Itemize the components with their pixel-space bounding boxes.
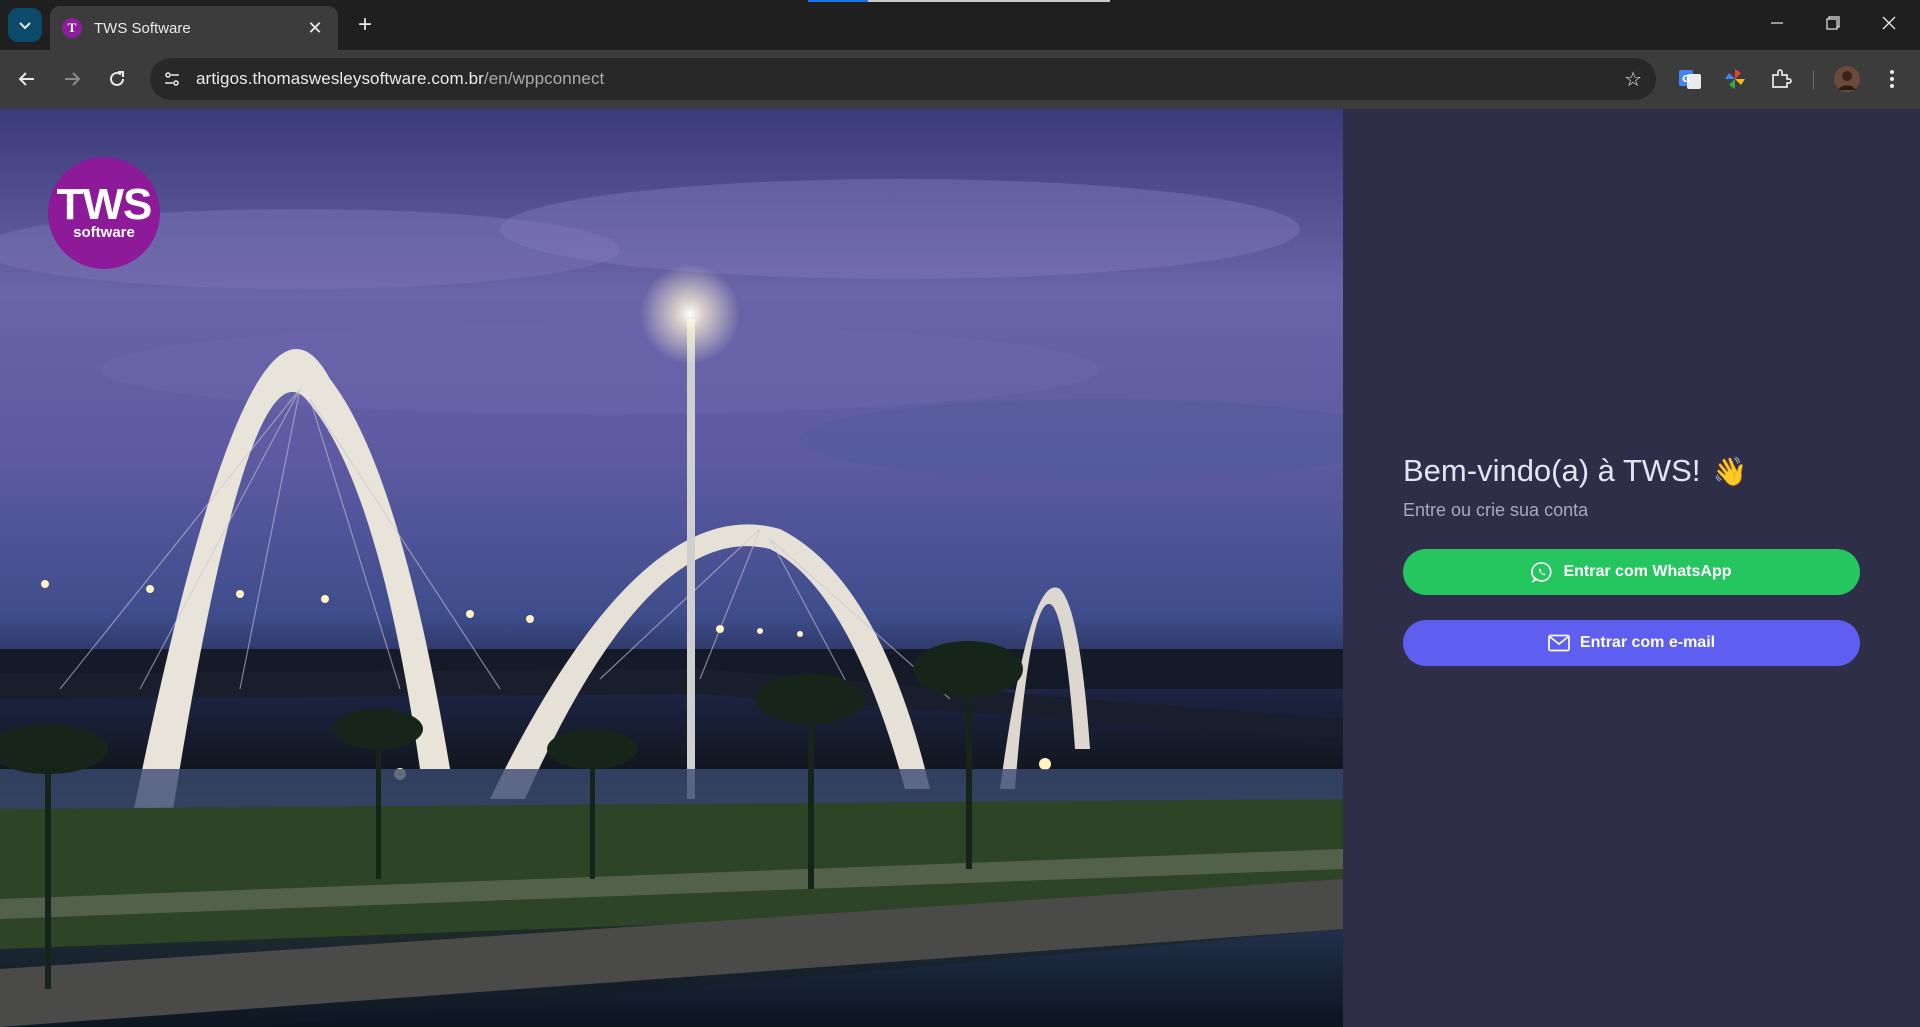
loading-progress-bar: [808, 0, 1110, 2]
toolbar-divider: [1813, 70, 1814, 90]
address-bar[interactable]: artigos.thomaswesleysoftware.com.br/en/w…: [150, 58, 1656, 100]
whatsapp-login-button[interactable]: Entrar com WhatsApp: [1403, 549, 1860, 595]
reload-icon: [110, 71, 124, 86]
google-translate-extension-icon[interactable]: G: [1674, 63, 1706, 95]
welcome-subtitle: Entre ou crie sua conta: [1403, 500, 1589, 520]
restore-button[interactable]: [1805, 0, 1861, 46]
page-content: TWS software Bem-vindo(a) à TWS! 👋 Entre…: [0, 109, 1920, 1027]
restore-icon: [1826, 16, 1840, 30]
back-button[interactable]: [10, 62, 44, 96]
browser-menu-icon[interactable]: [1876, 63, 1908, 95]
bookmark-star-icon[interactable]: ☆: [1624, 67, 1642, 92]
tab-favicon-icon: T: [62, 18, 82, 38]
chevron-down-icon: [19, 22, 31, 30]
extensions-puzzle-icon[interactable]: [1765, 63, 1797, 95]
whatsapp-icon: [1531, 562, 1552, 583]
login-panel: Bem-vindo(a) à TWS! 👋 Entre ou crie sua …: [1343, 109, 1920, 1027]
envelope-icon: [1548, 634, 1570, 652]
minimize-icon: [1771, 22, 1783, 24]
welcome-heading: Bem-vindo(a) à TWS! 👋: [1403, 453, 1748, 488]
close-window-button[interactable]: [1861, 0, 1917, 46]
url-text[interactable]: artigos.thomaswesleysoftware.com.br/en/w…: [196, 69, 604, 89]
forward-arrow-icon: [65, 72, 81, 86]
tws-logo[interactable]: TWS software: [48, 157, 160, 269]
hero-photo-bridge-at-night: TWS software: [0, 109, 1343, 1027]
new-tab-button[interactable]: +: [351, 11, 379, 39]
email-login-button[interactable]: Entrar com e-mail: [1403, 620, 1860, 666]
tab-close-icon[interactable]: ✕: [304, 17, 326, 39]
reload-button[interactable]: [100, 62, 134, 96]
svg-text:G: G: [1682, 74, 1690, 85]
pinwheel-extension-icon[interactable]: [1719, 63, 1751, 95]
site-info-icon[interactable]: [154, 61, 190, 97]
tab-search-button[interactable]: [8, 8, 42, 42]
browser-toolbar: artigos.thomaswesleysoftware.com.br/en/w…: [0, 50, 1920, 109]
bridge-illustration: [0, 179, 1343, 1027]
waving-hand-icon: 👋: [1712, 455, 1748, 487]
close-icon: [1882, 16, 1896, 30]
forward-button[interactable]: [55, 62, 89, 96]
profile-avatar[interactable]: [1831, 63, 1863, 95]
tab-title: TWS Software: [94, 19, 191, 37]
minimize-button[interactable]: [1749, 0, 1805, 46]
browser-tab[interactable]: T TWS Software ✕: [50, 6, 338, 50]
tab-strip: T TWS Software ✕ +: [0, 0, 1920, 50]
back-arrow-icon: [18, 72, 34, 86]
